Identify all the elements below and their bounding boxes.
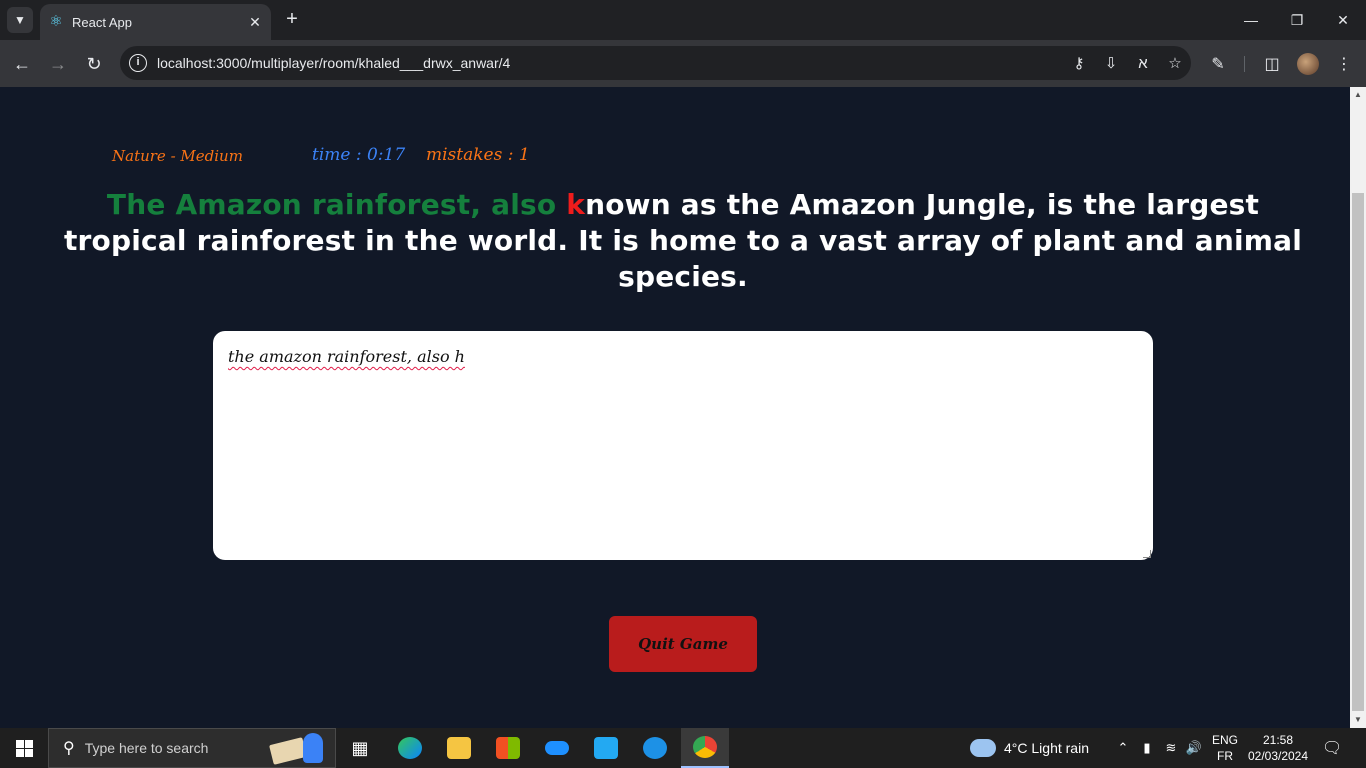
close-window-button[interactable]: ✕	[1320, 0, 1366, 40]
arrow-left-icon: ←	[13, 53, 31, 74]
typing-input[interactable]: the amazon rainforest, also h	[213, 331, 1153, 560]
minimize-button[interactable]: —	[1228, 0, 1274, 40]
typed-text[interactable]: the amazon rainforest, also h	[228, 347, 465, 366]
forward-button[interactable]: →	[44, 50, 72, 78]
mistakes-counter: mistakes : 1	[426, 145, 530, 165]
volume-icon[interactable]: 🔊	[1185, 739, 1203, 757]
quit-game-button[interactable]: Quit Game	[609, 616, 757, 672]
onedrive-icon[interactable]	[533, 728, 581, 768]
url-text[interactable]: localhost:3000/multiplayer/room/khaled__…	[157, 55, 1063, 71]
lang-top: ENG	[1212, 733, 1239, 747]
menu-kebab-icon[interactable]: ⋮	[1330, 50, 1358, 78]
browser-toolbar: ← → ↻ i localhost:3000/multiplayer/room/…	[0, 40, 1366, 87]
search-highlight-art	[265, 729, 335, 767]
bookmark-star-icon[interactable]: ☆	[1159, 47, 1191, 79]
weather-widget[interactable]: 4°C Light rain	[970, 728, 1089, 768]
resize-grip-icon[interactable]	[1143, 550, 1151, 558]
toolbar-divider	[1244, 56, 1245, 72]
extensions-icon[interactable]: ✎	[1204, 50, 1232, 78]
docker-icon[interactable]	[631, 728, 679, 768]
windows-logo-icon	[15, 739, 33, 757]
passage-correct: The Amazon rainforest, also	[106, 188, 567, 221]
browser-tab[interactable]: ⚛ React App ✕	[40, 4, 271, 40]
clock-date: 02/03/2024	[1247, 749, 1309, 763]
search-placeholder: Type here to search	[84, 740, 209, 756]
tab-title: React App	[72, 14, 132, 30]
page-scrollbar[interactable]: ▲ ▼	[1350, 87, 1366, 728]
reload-button[interactable]: ↻	[80, 50, 108, 78]
clock[interactable]: 21:58 02/03/2024	[1244, 732, 1312, 764]
arrow-right-icon: →	[49, 53, 67, 74]
rain-cloud-icon	[970, 739, 996, 757]
chevron-up-icon[interactable]: ⌃	[1114, 739, 1132, 757]
browser-tabstrip: ▼ ⚛ React App ✕ + — ❐ ✕	[0, 0, 1366, 40]
lang-bottom: FR	[1217, 749, 1233, 763]
passage-error-char: k	[566, 188, 586, 221]
wifi-icon[interactable]: ≋	[1162, 739, 1180, 757]
start-button[interactable]	[0, 728, 48, 768]
passage-text: The Amazon rainforest, also known as the…	[60, 187, 1306, 295]
game-page: Nature - Medium time : 0:17 mistakes : 1…	[0, 87, 1350, 728]
install-app-icon[interactable]: ⇩	[1095, 47, 1127, 79]
timer-label: time : 0:17	[312, 145, 406, 165]
battery-icon[interactable]: ▮	[1138, 739, 1156, 757]
scroll-up-icon[interactable]: ▲	[1350, 87, 1366, 103]
taskbar-search[interactable]: ⚲ Type here to search	[48, 728, 336, 768]
translate-icon[interactable]: א	[1127, 47, 1159, 79]
profile-avatar[interactable]	[1297, 53, 1319, 75]
vscode-icon[interactable]	[582, 728, 630, 768]
weather-text: 4°C Light rain	[1004, 740, 1089, 756]
site-info-icon[interactable]: i	[129, 54, 147, 72]
back-button[interactable]: ←	[8, 50, 36, 78]
reload-icon: ↻	[86, 53, 102, 74]
search-icon: ⚲	[63, 740, 75, 757]
clock-time: 21:58	[1262, 733, 1294, 747]
scroll-thumb[interactable]	[1352, 193, 1364, 711]
react-icon: ⚛	[49, 13, 63, 30]
tab-search-button[interactable]: ▼	[7, 7, 33, 33]
notification-icon[interactable]: 🗨	[1322, 738, 1342, 758]
close-tab-icon[interactable]: ✕	[245, 12, 265, 32]
file-explorer-icon[interactable]	[435, 728, 483, 768]
windows-taskbar: ⚲ Type here to search ▦ 4°C Light rain ⌃…	[0, 728, 1366, 768]
chrome-icon[interactable]	[681, 728, 729, 768]
restore-button[interactable]: ❐	[1274, 0, 1320, 40]
side-panel-icon[interactable]: ◫	[1258, 50, 1286, 78]
task-view-icon[interactable]: ▦	[336, 728, 384, 768]
address-bar[interactable]: i localhost:3000/multiplayer/room/khaled…	[120, 46, 1191, 80]
key-icon[interactable]: ⚷	[1063, 47, 1095, 79]
chevron-down-icon: ▼	[14, 13, 26, 27]
new-tab-button[interactable]: +	[280, 8, 304, 32]
edge-icon[interactable]	[386, 728, 434, 768]
store-icon[interactable]	[484, 728, 532, 768]
category-label: Nature - Medium	[112, 147, 243, 165]
language-indicator[interactable]: ENG FR	[1212, 732, 1238, 764]
scroll-down-icon[interactable]: ▼	[1350, 712, 1366, 728]
